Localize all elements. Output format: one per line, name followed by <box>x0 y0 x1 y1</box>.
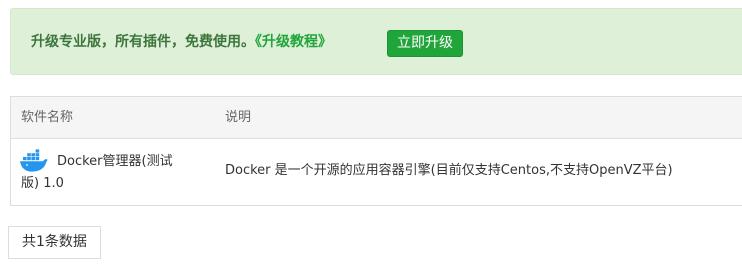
column-header-description: 说明 <box>225 110 252 125</box>
software-name-line2: 版) 1.0 <box>21 176 64 191</box>
table-header: 软件名称 说明 <box>11 97 742 139</box>
table-row: Docker管理器(测试版) 1.0 Docker 是一个开源的应用容器引擎(目… <box>11 139 742 205</box>
upgrade-now-button[interactable]: 立即升级 <box>387 30 463 57</box>
column-header-name: 软件名称 <box>21 110 74 125</box>
upgrade-banner-text: 升级专业版，所有插件，免费使用。《升级教程》 <box>31 33 332 51</box>
pagination-total: 共1条数据 <box>8 226 101 259</box>
software-name: Docker管理器(测试版) 1.0 <box>21 151 201 195</box>
software-table: 软件名称 说明 Docker管理器(测试 版) 1.0 Docker 是一个开源… <box>10 96 742 206</box>
upgrade-banner: 升级专业版，所有插件，免费使用。《升级教程》 立即升级 <box>10 8 742 75</box>
software-description: Docker 是一个开源的应用容器引擎(目前仅支持Centos,不支持OpenV… <box>225 163 673 178</box>
software-store-page: 升级专业版，所有插件，免费使用。《升级教程》 立即升级 软件名称 说明 Dock… <box>0 0 742 267</box>
upgrade-tutorial-link[interactable]: 《升级教程》 <box>255 34 332 50</box>
software-name-line1: Docker管理器(测试 <box>57 154 173 169</box>
upgrade-message: 升级专业版，所有插件，免费使用。 <box>31 34 255 50</box>
